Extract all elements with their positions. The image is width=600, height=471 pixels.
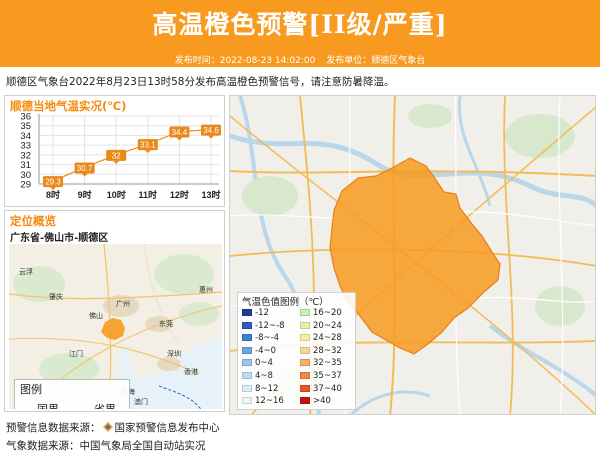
data-label-pointer [113,160,120,164]
temperature-legend-item: 37~40 [300,384,342,394]
y-tick-label: 35 [20,121,31,132]
district-map[interactable]: 气温色值图例（℃） -12 16~20 -12~-8 20~24 -8~-4 24~28 -… [229,95,596,415]
temperature-legend-item: 0~4 [242,358,273,368]
data-label-pointer [208,135,214,139]
temperature-legend-item: 28~32 [300,346,342,356]
temperature-color-legend: 气温色值图例（℃） -12 16~20 -12~-8 20~24 -8~-4 24~28 -… [237,292,356,410]
temperature-legend-item: 8~12 [242,384,278,394]
data-label: 30.7 [77,164,93,173]
color-swatch [242,397,252,405]
y-tick-label: 36 [20,112,31,123]
data-label: 32 [112,151,121,160]
warning-source: 预警信息数据来源： 国家预警信息发布中心 [6,422,220,434]
y-tick-label: 29 [20,180,31,191]
overview-map[interactable]: 广州 佛山 东莞 惠州 深圳 珠海 香港 江门 澳门 云浮 肇庆 图例 国界 省… [9,244,222,409]
color-swatch [300,359,310,367]
temperature-legend-item: -12 [242,308,269,318]
temperature-legend-item: 12~16 [242,396,284,406]
map-label-foshan: 佛山 [89,311,103,320]
x-tick-label: 12时 [170,189,189,200]
color-swatch [300,321,310,329]
map-label-yunfu: 云浮 [19,267,33,276]
temperature-legend-item: 24~28 [300,333,342,343]
x-tick-label: 10时 [107,189,126,200]
x-tick-label: 8时 [46,189,60,200]
temperature-legend-item: -4~0 [242,346,276,356]
map-label-shenzhen: 深圳 [167,349,181,358]
temperature-panel: 顺德当地气温实况(℃) 29 30 31 32 33 34 35 36 8时 9时 10时 11时 12… [4,95,225,207]
data-label-pointer [81,173,88,177]
color-swatch [300,372,310,379]
data-label-pointer [144,150,151,154]
y-tick-label: 32 [20,150,31,161]
publish-time: 发布时间：2022-08-23 14:02:00 [174,56,316,66]
temperature-legend-item: 32~35 [300,358,342,368]
map-label-jiangmen: 江门 [69,349,83,358]
color-swatch [242,372,252,379]
temperature-legend-item: 20~24 [300,321,342,331]
border-legend-title: 图例 [20,383,42,396]
map-label-aomen: 澳门 [134,397,148,406]
y-tick-label: 33 [20,141,31,152]
legend-item-national-border: 国界 [20,401,59,409]
temperature-legend-item: 4~8 [242,371,273,381]
temperature-legend-item: 35~37 [300,371,342,381]
color-swatch [242,346,252,354]
color-swatch [300,346,310,354]
data-label: 34.6 [203,126,219,135]
warning-notice: 顺德区气象台2022年8月23日13时58分发布高温橙色预警信号，请注意防暑降温… [6,76,395,88]
temperature-legend-item: 16~20 [300,308,342,318]
temperature-legend-title: 气温色值图例（℃） [242,297,329,308]
color-swatch [242,334,252,342]
color-swatch [242,384,252,392]
temperature-legend-item: >40 [300,396,331,406]
warning-title: 高温橙色预警[II级/严重] [152,10,448,39]
data-label-pointer [176,137,183,141]
temperature-chart: 29303132333435368时 9时 10时 11时 12时 13时29.330.7… [20,112,221,200]
color-swatch [300,309,310,316]
temperature-legend-item: -8~-4 [242,333,279,343]
x-tick-label: 11时 [139,189,158,200]
data-label: 29.3 [45,178,61,187]
x-tick-label: 13时 [201,189,220,200]
y-tick-label: 30 [20,170,31,181]
weather-source: 气象数据来源：中国气象局全国自动站实况 [6,440,206,452]
color-swatch [300,334,310,342]
location-name: 广东省-佛山市-顺德区 [10,233,109,244]
color-swatch [242,321,252,329]
x-tick-label: 9时 [78,189,92,200]
warning-center-logo-icon [102,422,113,432]
color-swatch [242,309,252,316]
warning-meta: 发布时间：2022-08-23 14:02:00 发布单位：顺德区气象台 [0,53,600,66]
map-label-huizhou: 惠州 [199,285,213,294]
color-swatch [242,359,252,367]
legend-item-provincial-border: 省界 [77,401,116,409]
warning-header: 高温橙色预警[II级/严重] 发布时间：2022-08-23 14:02:00 … [0,0,600,67]
data-label: 33.1 [140,141,156,150]
data-label: 34.4 [172,128,188,137]
publisher: 发布单位：顺德区气象台 [326,56,426,66]
location-panel-title: 定位概览 [10,214,56,228]
location-panel: 定位概览 广东省-佛山市-顺德区 广州 佛山 东莞 惠州 深圳 香港 江门 澳门… [4,210,225,412]
map-label-guangzhou: 广州 [116,299,130,308]
map-label-hongkong: 香港 [184,367,198,376]
color-swatch [300,384,310,392]
temperature-legend-item: -12~-8 [242,321,284,331]
y-tick-label: 31 [20,160,31,171]
map-label-zhaoqing: 肇庆 [49,292,63,301]
border-legend: 图例 国界 省界 [14,379,130,409]
y-tick-label: 34 [20,131,31,142]
map-label-dongguan: 东莞 [159,319,173,328]
warning-source-link[interactable]: 国家预警信息发布中心 [115,422,220,434]
color-swatch [300,397,310,405]
